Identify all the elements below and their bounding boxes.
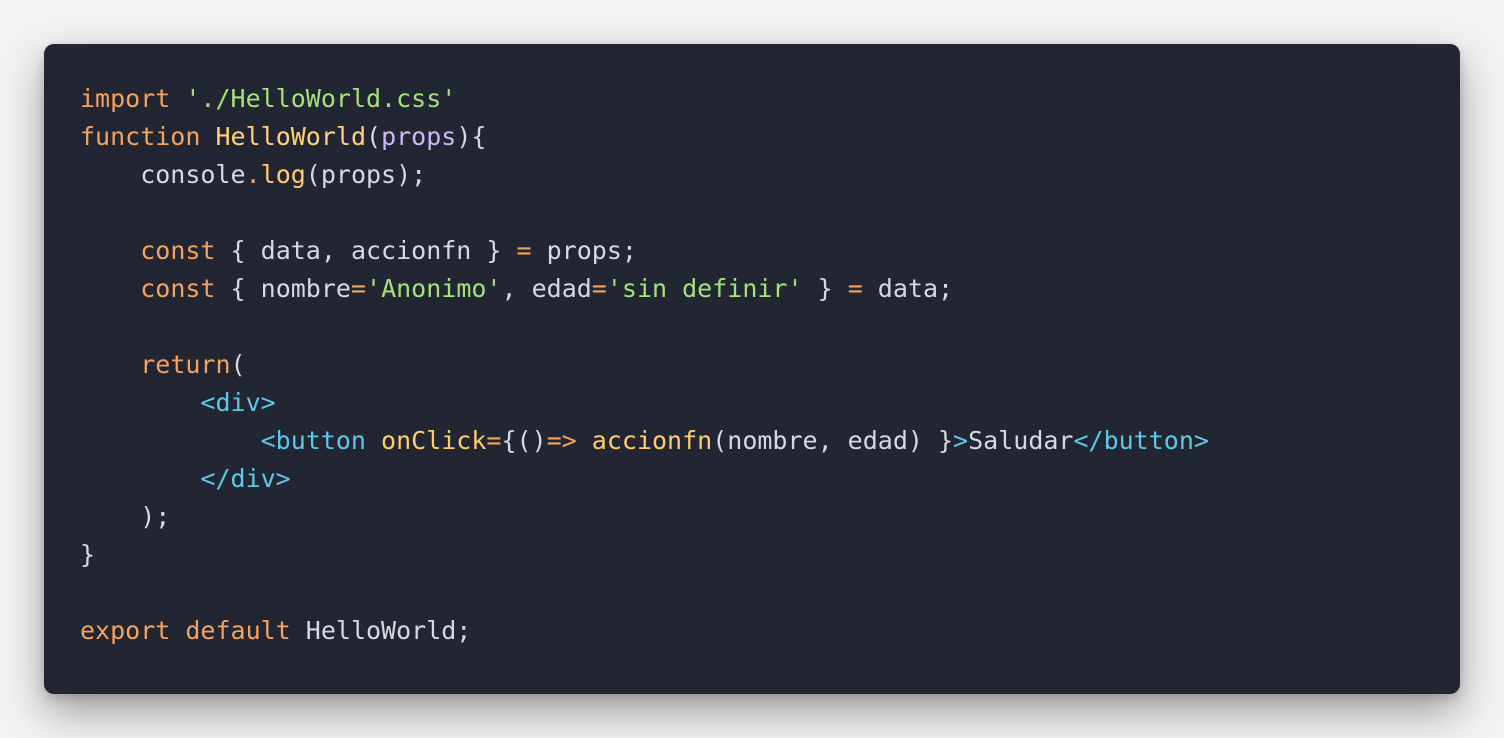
code-token-plain: } (80, 540, 96, 569)
code-line: </div> (80, 460, 1460, 498)
code-snippet-card: import './HelloWorld.css' function HelloW… (44, 44, 1460, 694)
code-token-keyword: function (80, 122, 201, 151)
code-line: export default HelloWorld; (80, 612, 1460, 650)
code-token-operator: = (350, 274, 367, 303)
code-token-call: onClick (381, 426, 487, 455)
code-line: <button onClick={()=> accionfn(nombre, e… (80, 422, 1460, 460)
code-block: import './HelloWorld.css' function HelloW… (80, 80, 1460, 650)
code-token-call: log (260, 160, 306, 189)
code-token-tag: <div> (200, 388, 276, 417)
code-token-plain: ){ (456, 122, 487, 151)
code-token-string: './HelloWorld.css' (185, 84, 457, 113)
code-token-keyword: export (80, 616, 171, 645)
code-token-keyword: return (140, 350, 231, 379)
code-token-string: 'sin definir' (606, 274, 803, 303)
code-token-plain: {() (501, 426, 547, 455)
code-line: import './HelloWorld.css' (80, 80, 1460, 118)
code-token-keyword: const (140, 236, 216, 265)
code-line: console.log(props); (80, 156, 1460, 194)
code-token-plain: data; (862, 274, 954, 303)
code-token-operator: = (591, 274, 607, 303)
code-token-plain: , edad (501, 274, 592, 303)
code-line: <div> (80, 384, 1460, 422)
code-token-param: props (381, 122, 457, 151)
code-token-operator: => (546, 426, 577, 455)
code-token-keyword: import (80, 84, 171, 113)
code-token-plain: (nombre, edad) } (712, 426, 954, 455)
code-token-plain: Saludar (968, 426, 1074, 455)
code-token-tag: </button> (1073, 426, 1209, 455)
code-token-plain: ( (230, 350, 246, 379)
code-line: ); (80, 498, 1460, 536)
code-token-funcname: HelloWorld (215, 122, 366, 151)
code-line: const { data, accionfn } = props; (80, 232, 1460, 270)
code-token-operator: = (847, 274, 863, 303)
code-token-operator: . (245, 160, 261, 189)
code-token-operator: = (486, 426, 502, 455)
code-line: } (80, 536, 1460, 574)
code-token-operator: = (516, 236, 532, 265)
code-token-plain: (props); (305, 160, 427, 189)
code-token-plain: ); (80, 502, 171, 531)
code-token-call: accionfn (591, 426, 713, 455)
code-token-plain: HelloWorld; (290, 616, 472, 645)
code-token-keyword: default (185, 616, 291, 645)
code-token-tag: </div> (200, 464, 291, 493)
code-line: return( (80, 346, 1460, 384)
code-token-tag: > (953, 426, 969, 455)
code-token-plain: } (802, 274, 848, 303)
code-token-plain: props; (531, 236, 637, 265)
code-line: const { nombre='Anonimo', edad='sin defi… (80, 270, 1460, 308)
code-token-plain: ( (366, 122, 382, 151)
code-token-plain: console (80, 160, 246, 189)
code-token-plain: { data, accionfn } (215, 236, 517, 265)
code-token-string: 'Anonimo' (366, 274, 502, 303)
code-token-tag: <button (260, 426, 366, 455)
code-line: function HelloWorld(props){ (80, 118, 1460, 156)
code-token-plain: { nombre (215, 274, 351, 303)
code-token-keyword: const (140, 274, 216, 303)
